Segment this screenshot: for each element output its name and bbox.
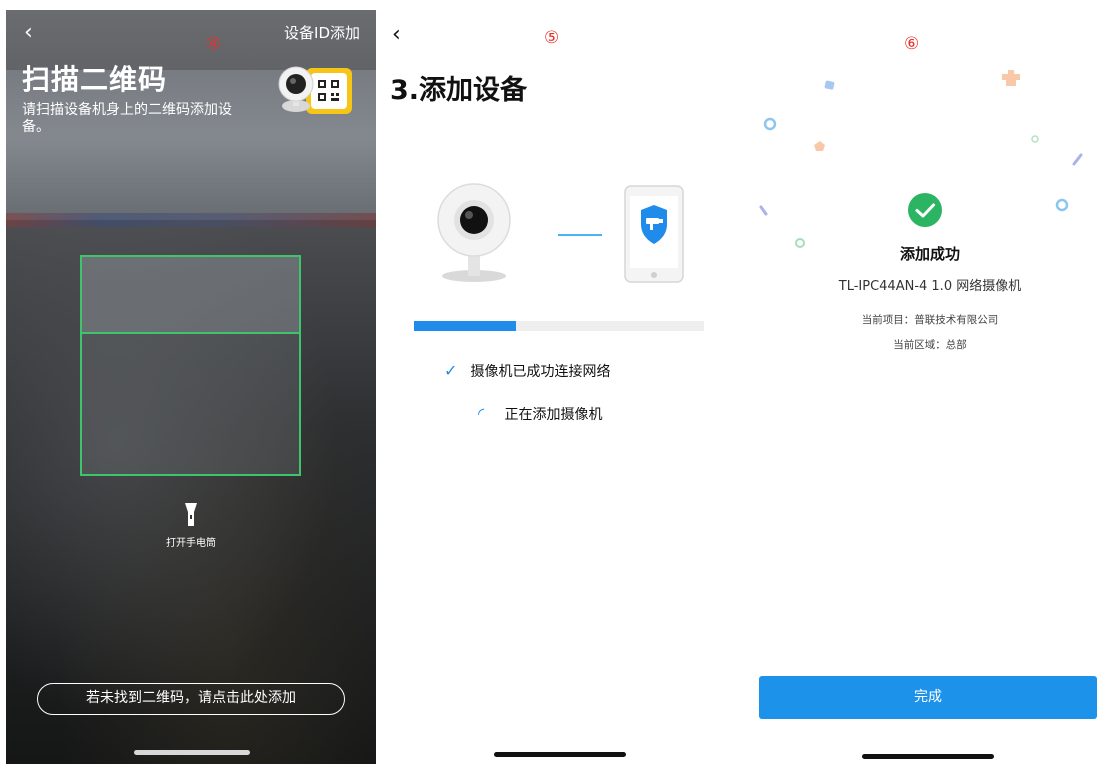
page-title: 扫描二维码 bbox=[22, 63, 168, 96]
tutorial-screens: ‹ ④ 设备ID添加 扫描二维码 请扫描设备机身上的二维码添加设备。 打开手电筒… bbox=[0, 0, 1113, 768]
home-indicator bbox=[862, 754, 994, 759]
camera-to-phone-illustration bbox=[437, 183, 684, 283]
success-title: 添加成功 bbox=[899, 245, 960, 263]
camera-icon bbox=[437, 183, 511, 282]
add-progress-bar bbox=[414, 321, 704, 331]
camera-preview-taskbar bbox=[6, 213, 376, 227]
scan-line bbox=[82, 332, 299, 334]
back-button[interactable]: ‹ bbox=[392, 22, 401, 48]
camera-qr-icon bbox=[278, 66, 352, 114]
current-region: 当前区域：总部 bbox=[893, 339, 967, 351]
scan-frame bbox=[80, 255, 301, 476]
current-project: 当前项目：普联技术有限公司 bbox=[861, 314, 999, 326]
home-indicator bbox=[134, 750, 250, 755]
flashlight-toggle[interactable]: 打开手电筒 bbox=[6, 502, 376, 549]
page-subtitle: 请扫描设备机身上的二维码添加设备。 bbox=[22, 102, 232, 135]
confetti-decoration bbox=[759, 70, 1083, 248]
step-label: 摄像机已成功连接网络 bbox=[470, 364, 611, 380]
device-model: TL-IPC44AN-4 1.0 网络摄像机 bbox=[838, 279, 1022, 294]
flashlight-label: 打开手电筒 bbox=[166, 538, 216, 549]
device-id-add-button[interactable]: 设备ID添加 bbox=[284, 22, 360, 43]
add-progress-fill bbox=[414, 321, 516, 331]
step-marker: ⑤ bbox=[544, 28, 560, 48]
manual-add-button[interactable]: 若未找到二维码，请点击此处添加 bbox=[37, 683, 345, 715]
scan-qr-screen: ‹ ④ 设备ID添加 扫描二维码 请扫描设备机身上的二维码添加设备。 打开手电筒… bbox=[6, 10, 376, 764]
phone-icon bbox=[624, 185, 684, 283]
step-network-connected: ✓ 摄像机已成功连接网络 bbox=[444, 361, 610, 381]
checkmark-icon: ✓ bbox=[444, 361, 458, 380]
success-check-icon bbox=[908, 193, 942, 227]
step-marker: ④ bbox=[206, 34, 222, 54]
step-marker: ⑥ bbox=[904, 34, 920, 54]
flashlight-icon bbox=[185, 503, 197, 526]
home-indicator bbox=[494, 752, 626, 757]
step-label: 正在添加摄像机 bbox=[504, 407, 603, 423]
adding-device-screen: ‹ ⑤ 3.添加设备 ✓ 摄像机已成功连接网络 ◜ 正在添加摄像机 bbox=[380, 10, 742, 764]
back-button[interactable]: ‹ bbox=[24, 20, 33, 46]
step-adding-camera: ◜ 正在添加摄像机 bbox=[478, 404, 602, 424]
page-title: 3.添加设备 bbox=[390, 75, 528, 106]
done-button[interactable]: 完成 bbox=[759, 676, 1097, 719]
add-success-screen: ⑥ 添加成功 TL-IPC44AN-4 1.0 网络摄像机 当前项目：普联技术有… bbox=[752, 10, 1108, 764]
loading-spinner-icon: ◜ bbox=[478, 404, 485, 423]
